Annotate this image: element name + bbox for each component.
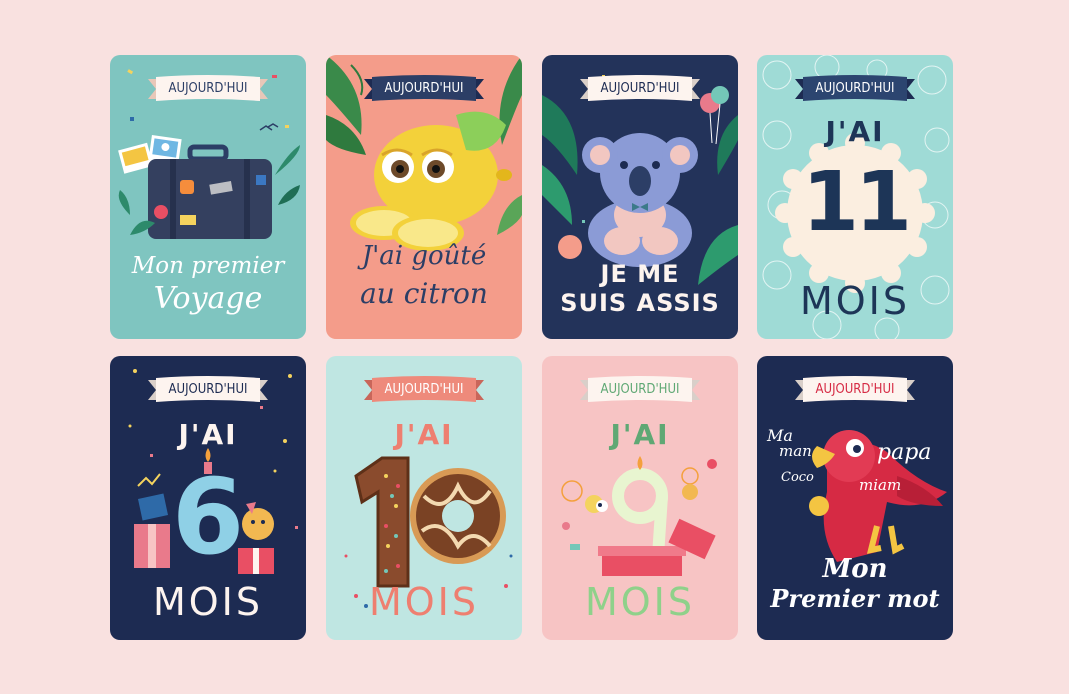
card-number: 10 [326, 452, 522, 453]
card-number: 11 [801, 155, 912, 250]
card-line2: Voyage [153, 281, 263, 316]
banner-text: AUJOURD'HUI [384, 81, 464, 96]
card-line2: au citron [360, 277, 488, 310]
aujourdhui-banner: AUJOURD'HUI [148, 75, 268, 105]
aujourdhui-banner: AUJOURD'HUI [795, 376, 915, 406]
card-mois: MOIS [152, 580, 264, 624]
word-coco: Coco [781, 470, 814, 485]
card-citron: AUJOURD'HUI J'ai goûté au citron [326, 55, 522, 339]
card-mois: MOIS [799, 279, 911, 323]
card-mois: MOIS [368, 580, 480, 624]
card-line2: Premier mot [770, 584, 940, 613]
banner-text: AUJOURD'HUI [815, 81, 895, 96]
card-suis-assis: AUJOURD'HUI JE ME SUIS ASSIS [542, 55, 738, 339]
card-mois: MOIS [584, 580, 696, 624]
aujourdhui-banner: AUJOURD'HUI [364, 75, 484, 105]
banner-text: AUJOURD'HUI [168, 81, 248, 96]
card-11-mois: AUJOURD'HUI J'AI 11 MOIS [757, 55, 953, 339]
card-premier-voyage: AUJOURD'HUI Mon premier Voyage [110, 55, 306, 339]
card-line1: J'ai goûté [361, 241, 487, 271]
word-miam: miam [859, 476, 902, 494]
card-jai: J'AI [178, 418, 238, 451]
card-10-mois: AUJOURD'HUI J'AI 10 MOIS [326, 356, 522, 640]
aujourdhui-banner: AUJOURD'HUI [364, 376, 484, 406]
card-line1: Mon premier [131, 253, 285, 279]
banner-text: AUJOURD'HUI [815, 382, 895, 397]
aujourdhui-banner: AUJOURD'HUI [148, 376, 268, 406]
card-number: 9 [542, 452, 738, 453]
card-9-number-display: 9 [542, 440, 738, 441]
aujourdhui-banner: AUJOURD'HUI [580, 376, 700, 406]
card-line2: SUIS ASSIS [560, 289, 720, 317]
card-jai: J'AI [610, 418, 670, 451]
card-premier-mot: AUJOURD'HUI Ma man papa Coco miam Mon Pr… [757, 356, 953, 640]
banner-text: AUJOURD'HUI [600, 81, 680, 96]
banner-text: AUJOURD'HUI [600, 382, 680, 397]
banner-text: AUJOURD'HUI [384, 382, 464, 397]
card-line1: Mon [822, 554, 888, 584]
card-6-mois: AUJOURD'HUI J'AI 6 MOIS [110, 356, 306, 640]
word-man: man [779, 442, 812, 460]
card-jai: J'AI [825, 115, 885, 148]
word-papa: papa [877, 440, 932, 465]
card-line1: JE ME [600, 260, 680, 288]
card-9-mois: AUJOURD'HUI J'AI 9 MOIS [542, 356, 738, 640]
aujourdhui-banner: AUJOURD'HUI [795, 75, 915, 105]
card-10-number-display: 10 [326, 440, 522, 441]
banner-text: AUJOURD'HUI [168, 382, 248, 397]
card-jai: J'AI [394, 418, 454, 451]
aujourdhui-banner: AUJOURD'HUI [580, 75, 700, 105]
card-number: 6 [171, 456, 245, 578]
